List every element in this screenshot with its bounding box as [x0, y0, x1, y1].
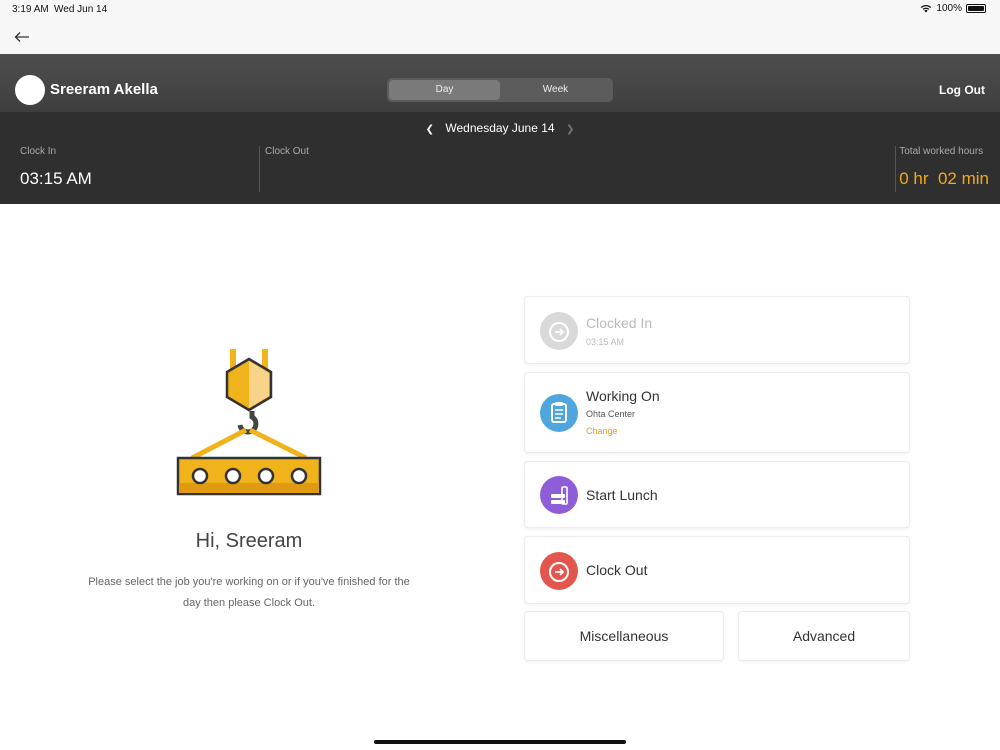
total-worked-label: Total worked hours [899, 146, 984, 157]
clock-out-label: Clock Out [265, 146, 309, 157]
clock-in-label: Clock In [20, 146, 57, 157]
status-bar: 3:19 AM Wed Jun 14 100% [0, 0, 1000, 20]
total-worked-summary: Total worked hours 0 hr 02 min [895, 146, 989, 192]
clocked-in-title: Clocked In [586, 315, 653, 331]
user-name: Sreeram Akella [50, 81, 158, 98]
crane-hook-illustration [176, 349, 322, 496]
arrow-right-circle-icon [540, 312, 578, 350]
job-name: Ohta Center [586, 409, 636, 419]
avatar[interactable] [15, 75, 45, 105]
lunch-icon [540, 476, 578, 514]
current-date: Wednesday June 14 [445, 121, 555, 135]
clipboard-icon [540, 394, 578, 432]
advanced-button[interactable]: Advanced [738, 611, 910, 661]
battery-percent: 100% [936, 3, 962, 14]
greeting: Hi, Sreeram [195, 530, 303, 552]
clock-out-card[interactable]: Clock Out [524, 536, 910, 604]
change-job-link[interactable]: Change [586, 426, 618, 436]
working-on-title: Working On [586, 388, 660, 404]
clock-in-value: 03:15 AM [20, 169, 92, 188]
wifi-icon [921, 5, 932, 13]
time-summary-bar: ❮ Wednesday June 14 ❯ Clock In 03:15 AM … [0, 112, 1000, 204]
logout-button[interactable]: Log Out [939, 83, 985, 97]
chevron-right-icon[interactable]: ❯ [566, 124, 574, 135]
clock-out-icon [540, 552, 578, 590]
user-header: Sreeram Akella Day Week Log Out [0, 54, 1000, 112]
start-lunch-card[interactable]: Start Lunch [524, 461, 910, 528]
clocked-in-time: 03:15 AM [586, 337, 625, 347]
miscellaneous-button[interactable]: Miscellaneous [524, 611, 724, 661]
segment-week[interactable]: Week [500, 80, 611, 100]
status-date: Wed Jun 14 [54, 4, 108, 15]
day-week-segmented-control: Day Week [387, 78, 613, 102]
battery-icon [966, 4, 986, 13]
chevron-left-icon[interactable]: ❮ [426, 124, 434, 135]
home-indicator[interactable] [374, 740, 626, 744]
status-right: 100% [920, 3, 986, 14]
clock-out-summary: Clock Out [259, 146, 309, 192]
nav-bar [0, 20, 1000, 54]
clocked-in-card: Clocked In 03:15 AM [524, 296, 910, 364]
working-on-card[interactable]: Working On Ohta Center Change [524, 372, 910, 453]
arrow-left-icon[interactable] [14, 26, 36, 48]
status-time: 3:19 AM [12, 4, 49, 15]
start-lunch-title: Start Lunch [586, 487, 658, 503]
segment-day[interactable]: Day [389, 80, 500, 100]
total-worked-value: 0 hr 02 min [899, 169, 989, 188]
clock-out-title: Clock Out [586, 562, 648, 578]
clock-in-summary: Clock In 03:15 AM [20, 146, 92, 192]
date-navigator: ❮ Wednesday June 14 ❯ [0, 121, 1000, 135]
instructions-text: Please select the job you're working on … [88, 576, 410, 609]
